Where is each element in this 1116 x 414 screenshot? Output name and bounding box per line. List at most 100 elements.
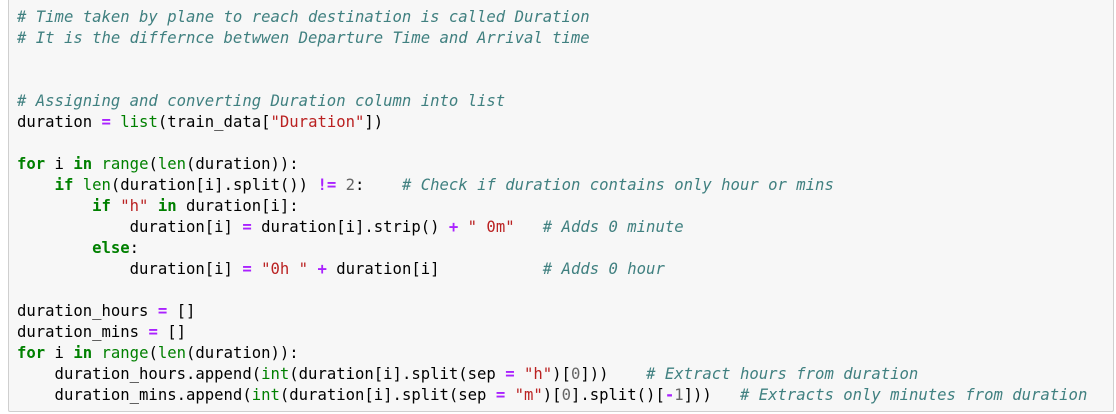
- code-text: (: [148, 344, 158, 362]
- code-text: :: [355, 176, 402, 194]
- code-text: []: [167, 302, 196, 320]
- code-text: (duration)):: [186, 344, 299, 362]
- operator-token: -: [664, 386, 675, 404]
- code-text: :: [129, 239, 140, 257]
- number-token: 2: [345, 176, 356, 194]
- code-text: ].split()[: [570, 386, 665, 404]
- code-text: duration[i]: [17, 260, 243, 278]
- comment-token: # Adds 0 minute: [542, 218, 684, 236]
- code-text: duration_hours: [17, 302, 158, 320]
- operator-token: =: [101, 113, 111, 131]
- keyword-token: if: [54, 176, 74, 194]
- code-line: # Time taken by plane to reach destinati…: [17, 7, 1087, 28]
- keyword-token: else: [92, 239, 130, 257]
- code-text: ]): [364, 113, 384, 131]
- number-token: 1: [674, 386, 684, 404]
- builtin-token: len: [82, 176, 111, 194]
- code-text: )[: [542, 386, 562, 404]
- code-text: (duration[i].split(sep: [289, 365, 506, 383]
- builtin-token: len: [157, 344, 187, 362]
- code-line: for i in range(len(duration)):: [17, 154, 1087, 175]
- code-editor[interactable]: # Time taken by plane to reach destinati…: [17, 7, 1087, 406]
- keyword-token: if: [92, 197, 111, 215]
- code-line: duration[i] = duration[i].strip() + " 0m…: [17, 217, 1087, 238]
- comment-token: # Extract hours from duration: [646, 365, 919, 383]
- comment-token: # Time taken by plane to reach destinati…: [17, 8, 590, 26]
- code-line: duration_mins.append(int(duration[i].spl…: [17, 385, 1088, 406]
- code-line: duration_mins = []: [17, 322, 1087, 343]
- code-text: i: [45, 155, 74, 173]
- keyword-token: for: [17, 155, 46, 173]
- code-cell[interactable]: # Time taken by plane to reach destinati…: [8, 0, 1114, 412]
- keyword-token: for: [17, 344, 46, 362]
- code-line: else:: [17, 238, 1087, 259]
- code-line: if "h" in duration[i]:: [17, 196, 1087, 217]
- comment-token: # It is the differnce betwwen Departure …: [17, 29, 590, 47]
- builtin-token: range: [101, 155, 149, 173]
- code-text: duration_mins.append(: [17, 386, 252, 404]
- comment-token: # Check if duration contains only hour o…: [401, 176, 834, 194]
- code-text: []: [157, 323, 186, 341]
- code-text: duration_hours.append(: [17, 365, 262, 383]
- operator-token: +: [317, 260, 327, 278]
- code-text: i: [45, 344, 74, 362]
- code-text: (duration[i].split(sep: [279, 386, 496, 404]
- string-token: "h": [524, 365, 553, 383]
- operator-token: =: [157, 302, 168, 320]
- operator-token: !=: [317, 176, 337, 194]
- code-line: duration = list(train_data["Duration"]): [17, 112, 1087, 133]
- code-text: (: [148, 155, 158, 173]
- comment-token: # Extracts only minutes from duration: [739, 386, 1088, 404]
- code-text: duration: [17, 113, 102, 131]
- builtin-token: int: [251, 386, 280, 404]
- operator-token: +: [448, 218, 459, 236]
- code-text: duration_mins: [17, 323, 149, 341]
- string-token: "0h ": [261, 260, 309, 278]
- keyword-token: in: [73, 155, 93, 173]
- operator-token: =: [148, 323, 158, 341]
- code-text: duration[i]:: [176, 197, 299, 215]
- code-text: duration[i]: [17, 218, 243, 236]
- operator-token: =: [495, 386, 506, 404]
- code-line: # It is the differnce betwwen Departure …: [17, 28, 1087, 49]
- code-line: duration[i] = "0h " + duration[i] # Adds…: [17, 259, 1087, 280]
- code-text: ])): [580, 365, 647, 383]
- number-token: 0: [561, 386, 571, 404]
- number-token: 0: [570, 365, 581, 383]
- code-text: )[: [552, 365, 571, 383]
- code-line: duration_hours.append(int(duration[i].sp…: [17, 364, 1087, 385]
- operator-token: =: [242, 218, 252, 236]
- code-text: duration[i]: [326, 260, 543, 278]
- code-line: for i in range(len(duration)):: [17, 343, 1087, 364]
- comment-token: # Adds 0 hour: [542, 260, 665, 278]
- keyword-token: in: [157, 197, 177, 215]
- code-text: duration[i].strip(): [251, 218, 449, 236]
- builtin-token: int: [261, 365, 290, 383]
- string-token: "Duration": [270, 113, 365, 131]
- code-line: # Assigning and converting Duration colu…: [17, 91, 1087, 112]
- code-line: duration_hours = []: [17, 301, 1087, 322]
- string-token: "m": [514, 386, 543, 404]
- builtin-token: list: [120, 113, 158, 131]
- keyword-token: in: [73, 344, 93, 362]
- string-token: " 0m": [467, 218, 515, 236]
- string-token: "h": [120, 197, 149, 215]
- operator-token: =: [242, 260, 252, 278]
- operator-token: =: [505, 365, 515, 383]
